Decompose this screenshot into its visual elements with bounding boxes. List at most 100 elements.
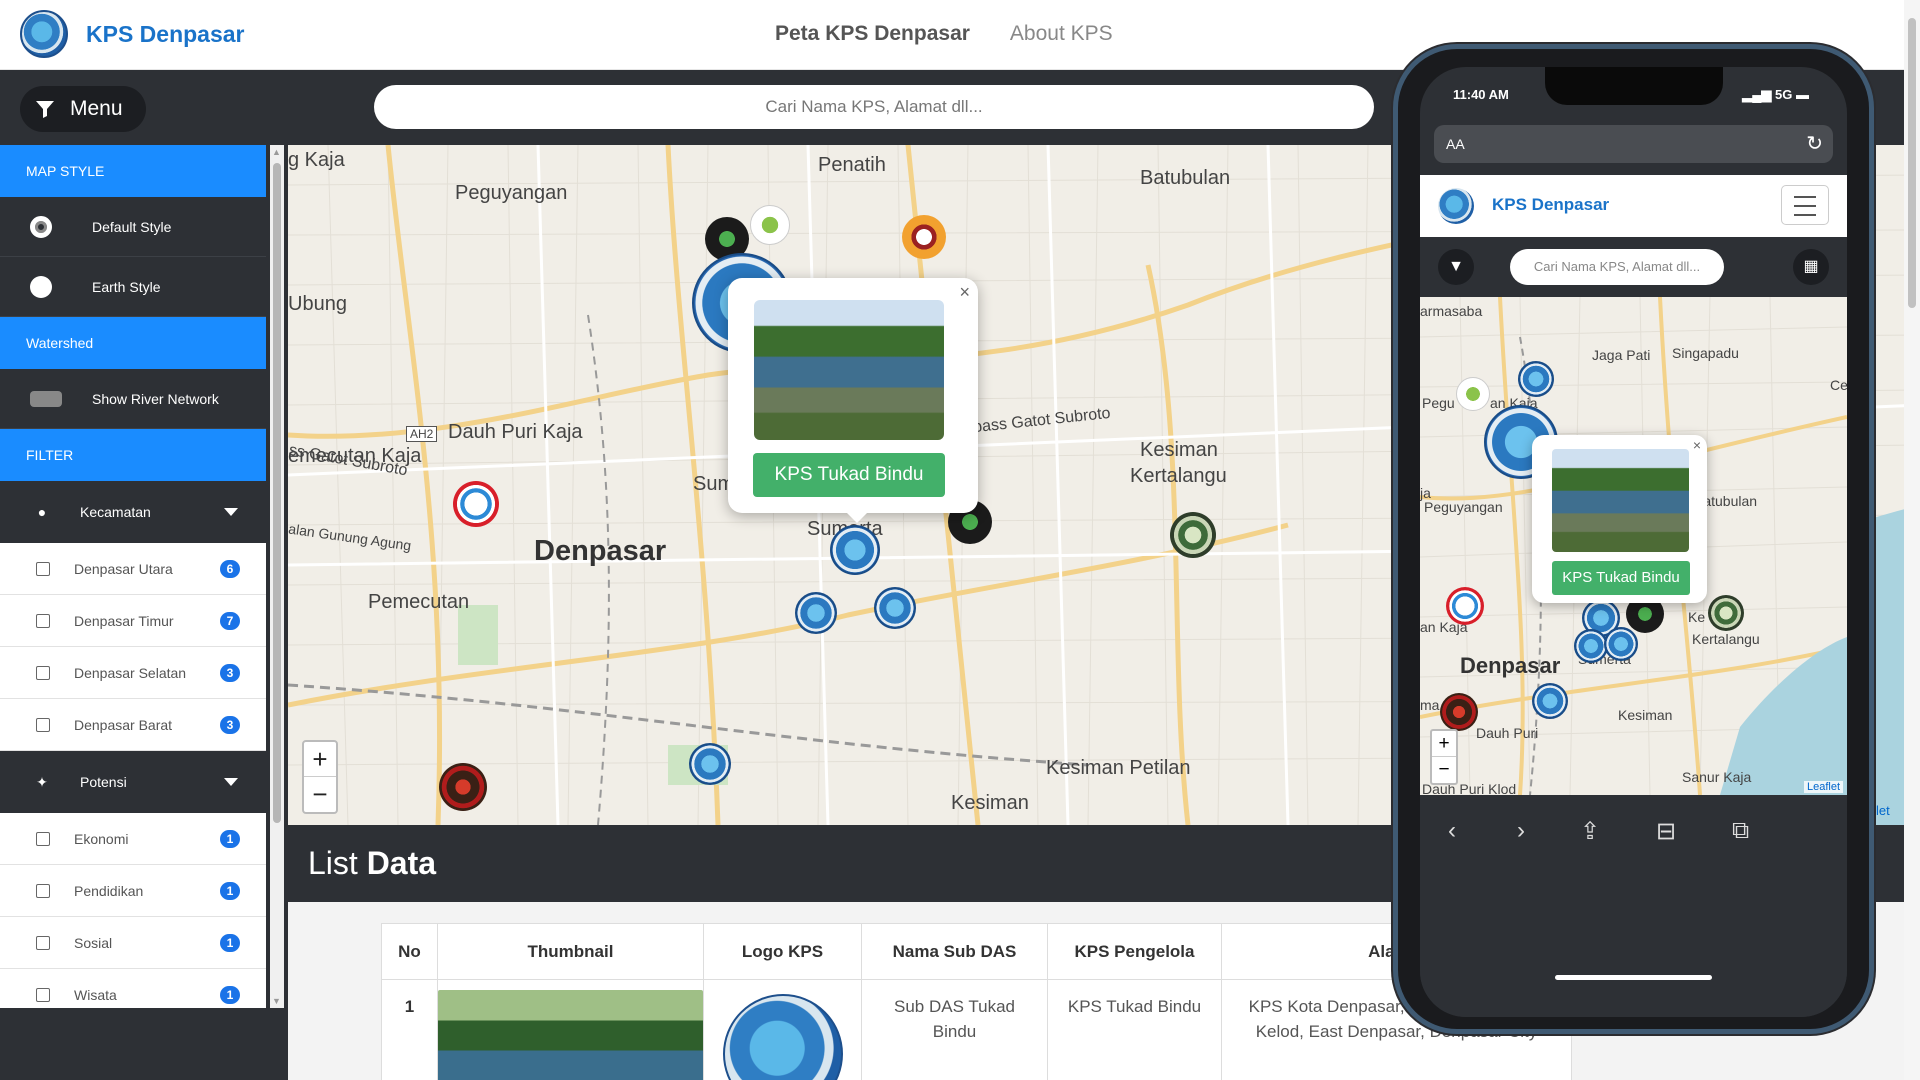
map-marker[interactable] xyxy=(689,743,731,785)
filter-item-denpasar-timur[interactable]: Denpasar Timur 7 xyxy=(0,595,266,647)
close-icon[interactable]: × xyxy=(1693,437,1701,453)
map-marker[interactable] xyxy=(453,481,499,527)
map-label: Kesiman xyxy=(1140,439,1218,461)
reload-icon[interactable]: ↻ xyxy=(1806,125,1823,163)
count-badge: 6 xyxy=(220,560,240,578)
map-label: Kertalangu xyxy=(1692,631,1760,647)
scroll-down-icon[interactable]: ▼ xyxy=(272,996,281,1006)
river-network-option[interactable]: Show River Network xyxy=(0,369,266,429)
status-signal: ▂▄▆ 5G ▬ xyxy=(1742,87,1809,102)
globe-icon: ● xyxy=(37,504,47,520)
menu-button[interactable]: Menu xyxy=(20,86,146,132)
kecamatan-group[interactable]: ● Kecamatan xyxy=(0,481,266,543)
checkbox[interactable] xyxy=(36,831,50,846)
map-marker[interactable] xyxy=(795,592,837,634)
map-marker[interactable] xyxy=(1532,683,1568,719)
cell-pengelola: KPS Tukad Bindu xyxy=(1047,979,1222,1080)
map-label-city: Denpasar xyxy=(1460,653,1561,678)
map-marker[interactable] xyxy=(1170,512,1216,558)
map-marker[interactable] xyxy=(874,587,916,629)
filter-item-label: Ekonomi xyxy=(74,830,129,847)
tabs-icon[interactable]: ⧉ xyxy=(1732,817,1749,845)
col-kps-pengelola[interactable]: KPS Pengelola xyxy=(1047,923,1222,980)
zoom-in-button[interactable]: + xyxy=(1432,731,1456,757)
radio-earth-style[interactable] xyxy=(30,275,52,298)
hamburger-menu-button[interactable] xyxy=(1781,185,1829,225)
checkbox[interactable] xyxy=(36,613,50,628)
river-network-toggle[interactable] xyxy=(30,390,62,407)
share-icon[interactable]: ⇪ xyxy=(1580,817,1600,846)
nav-peta-kps[interactable]: Peta KPS Denpasar xyxy=(775,22,970,46)
filter-item-ekonomi[interactable]: Ekonomi 1 xyxy=(0,813,266,865)
map-marker[interactable] xyxy=(830,525,880,575)
count-badge: 1 xyxy=(220,830,240,848)
map-label: ma xyxy=(1420,697,1440,713)
col-logo-kps[interactable]: Logo KPS xyxy=(703,923,862,980)
table-row[interactable]: 1 Sub DAS Tukad Bindu KPS Tukad Bindu KP… xyxy=(381,979,1572,1080)
filter-item-sosial[interactable]: Sosial 1 xyxy=(0,917,266,969)
reader-mode-label[interactable]: AA xyxy=(1446,136,1465,152)
page-scrollbar[interactable] xyxy=(1904,0,1920,1080)
map-marker[interactable] xyxy=(439,763,487,811)
search-input[interactable]: Cari Nama KPS, Alamat dll... xyxy=(374,85,1374,129)
main-nav: Peta KPS Denpasar About KPS xyxy=(775,22,1113,46)
map-label: Kertalangu xyxy=(1130,465,1227,487)
zoom-out-button[interactable]: − xyxy=(1432,757,1456,783)
filter-icon[interactable]: ▼ xyxy=(1438,249,1474,285)
filter-item-denpasar-utara[interactable]: Denpasar Utara 6 xyxy=(0,543,266,595)
table-icon[interactable]: ▦ xyxy=(1793,249,1829,285)
sidebar-scrollbar[interactable]: ▲ ▼ xyxy=(270,145,284,1008)
checkbox[interactable] xyxy=(36,665,50,680)
popup-title-button[interactable]: KPS Tukad Bindu xyxy=(1552,561,1690,595)
map-marker[interactable] xyxy=(1440,693,1478,731)
map-marker[interactable] xyxy=(1456,377,1490,411)
checkbox[interactable] xyxy=(36,935,50,950)
col-thumbnail[interactable]: Thumbnail xyxy=(437,923,704,980)
sparkle-icon: ✦ xyxy=(36,773,48,790)
phone-brand-name[interactable]: KPS Denpasar xyxy=(1492,195,1609,215)
filter-item-wisata[interactable]: Wisata 1 xyxy=(0,969,266,1008)
close-icon[interactable]: × xyxy=(959,282,970,303)
map-label: Dauh Puri xyxy=(1476,725,1539,741)
map-marker[interactable] xyxy=(1518,361,1554,397)
map-marker[interactable] xyxy=(1574,629,1608,663)
popup-thumbnail xyxy=(754,300,944,440)
zoom-in-button[interactable]: + xyxy=(304,742,336,777)
phone-search-input[interactable]: Cari Nama KPS, Alamat dll... xyxy=(1510,249,1724,285)
back-icon[interactable]: ‹ xyxy=(1448,817,1456,845)
sidebar-scroll-thumb[interactable] xyxy=(273,163,281,823)
home-indicator xyxy=(1555,975,1712,980)
filter-item-denpasar-barat[interactable]: Denpasar Barat 3 xyxy=(0,699,266,751)
browser-url-bar[interactable]: AA ↻ xyxy=(1434,125,1833,163)
brand[interactable]: KPS Denpasar xyxy=(20,10,245,58)
menu-label: Menu xyxy=(70,97,123,120)
map-marker[interactable] xyxy=(1446,587,1484,625)
col-no[interactable]: No xyxy=(381,923,438,980)
popup-title-button[interactable]: KPS Tukad Bindu xyxy=(753,453,945,497)
map-style-default[interactable]: Default Style xyxy=(0,197,266,257)
map-label: Peguyangan xyxy=(1424,499,1503,515)
filter-item-pendidikan[interactable]: Pendidikan 1 xyxy=(0,865,266,917)
forward-icon[interactable]: › xyxy=(1517,817,1525,845)
checkbox[interactable] xyxy=(36,561,50,576)
map-marker[interactable] xyxy=(1708,595,1744,631)
radio-default-style[interactable] xyxy=(30,215,52,238)
scroll-up-icon[interactable]: ▲ xyxy=(272,147,281,157)
bookmarks-icon[interactable]: ⊟ xyxy=(1656,817,1676,846)
map-marker[interactable] xyxy=(1604,627,1638,661)
col-nama-sub-das[interactable]: Nama Sub DAS xyxy=(861,923,1048,980)
filter-item-denpasar-selatan[interactable]: Denpasar Selatan 3 xyxy=(0,647,266,699)
nav-about-kps[interactable]: About KPS xyxy=(1010,22,1113,46)
checkbox[interactable] xyxy=(36,883,50,898)
phone-map-view[interactable]: armasaba Jaga Pati Singapadu Ce Pegu an … xyxy=(1420,297,1847,795)
checkbox[interactable] xyxy=(36,717,50,732)
map-marker[interactable] xyxy=(750,205,790,245)
potensi-group[interactable]: ✦ Potensi xyxy=(0,751,266,813)
page-scroll-thumb[interactable] xyxy=(1908,18,1916,308)
map-attribution[interactable]: let xyxy=(1876,803,1890,818)
map-marker[interactable] xyxy=(902,215,946,259)
zoom-out-button[interactable]: − xyxy=(304,777,336,812)
map-style-earth[interactable]: Earth Style xyxy=(0,257,266,317)
leaflet-attribution[interactable]: Leaflet xyxy=(1803,781,1843,793)
checkbox[interactable] xyxy=(36,987,50,1002)
